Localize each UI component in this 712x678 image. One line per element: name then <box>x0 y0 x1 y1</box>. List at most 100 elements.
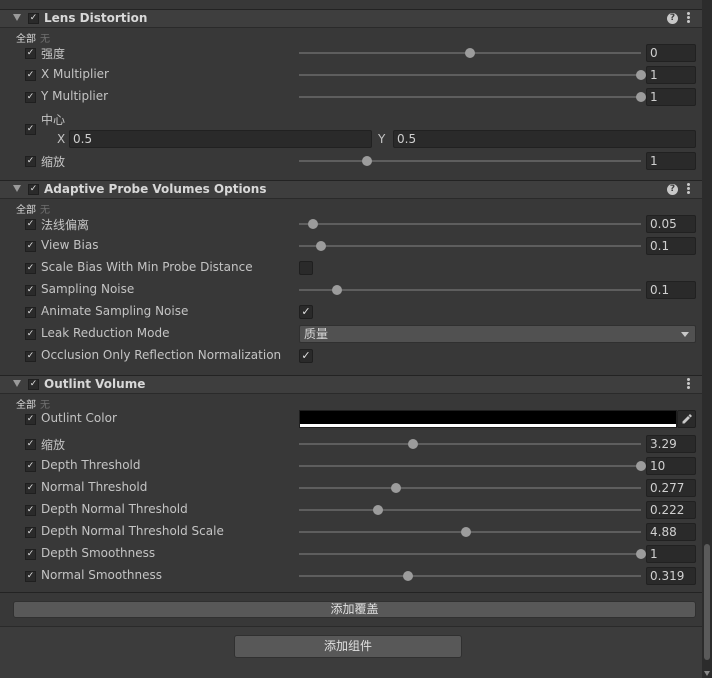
depth-normal-threshold-field[interactable]: 0.222 <box>646 501 696 519</box>
override-checkbox-depth-normal-threshold[interactable]: ✓ <box>25 505 36 516</box>
outline-color-swatch[interactable] <box>299 410 677 428</box>
scroll-down-icon[interactable] <box>704 671 710 676</box>
kebab-menu-icon[interactable] <box>684 12 692 25</box>
depth-threshold-slider[interactable] <box>299 461 646 471</box>
intensity-field[interactable]: 0 <box>646 44 696 62</box>
select-all-link[interactable]: 全部 <box>16 34 36 45</box>
override-checkbox-view-bias[interactable]: ✓ <box>25 241 36 252</box>
override-checkbox-center[interactable]: ✓ <box>25 124 36 135</box>
normal-bias-slider[interactable] <box>299 219 641 229</box>
depth-smoothness-slider-handle[interactable] <box>636 549 646 559</box>
foldout-arrow-icon[interactable] <box>13 14 21 21</box>
help-icon[interactable]: ? <box>667 13 678 24</box>
occlusion-toggle[interactable]: ✓ <box>299 349 313 363</box>
outline-volume-enable-checkbox[interactable]: ✓ <box>28 379 39 390</box>
override-checkbox-normal-threshold[interactable]: ✓ <box>25 483 36 494</box>
normal-smoothness-slider[interactable] <box>299 571 641 581</box>
select-none-link[interactable]: 无 <box>40 205 50 216</box>
sampling-noise-slider[interactable] <box>299 285 641 295</box>
chevron-down-icon <box>681 332 689 337</box>
sampling-noise-field[interactable]: 0.1 <box>646 281 696 299</box>
override-checkbox-occlusion[interactable]: ✓ <box>25 351 36 362</box>
depth-normal-threshold-scale-slider-handle[interactable] <box>460 527 471 537</box>
depth-normal-threshold-slider-handle[interactable] <box>373 505 383 515</box>
add-component-button[interactable]: 添加组件 <box>234 635 462 658</box>
override-checkbox-depth-threshold[interactable]: ✓ <box>25 461 36 472</box>
normal-threshold-field[interactable]: 0.277 <box>646 479 696 497</box>
x-multiplier-field[interactable]: 1 <box>646 66 696 84</box>
depth-smoothness-slider[interactable] <box>299 549 646 559</box>
lens-distortion-header[interactable]: ✓ Lens Distortion ? <box>0 9 702 28</box>
override-checkbox-x-multiplier[interactable]: ✓ <box>25 70 36 81</box>
foldout-arrow-icon[interactable] <box>13 380 21 387</box>
normal-smoothness-label: Normal Smoothness <box>41 568 163 582</box>
intensity-slider[interactable] <box>299 48 641 58</box>
view-bias-slider-handle[interactable] <box>315 241 326 251</box>
center-label: 中心 <box>41 113 66 127</box>
override-checkbox-scale-bias[interactable]: ✓ <box>25 263 36 274</box>
center-y-label: Y <box>378 132 386 146</box>
depth-smoothness-field[interactable]: 1 <box>646 545 696 563</box>
x-multiplier-slider[interactable] <box>299 70 646 80</box>
intensity-slider-handle[interactable] <box>465 48 475 58</box>
view-bias-slider[interactable] <box>299 241 641 251</box>
kebab-menu-icon[interactable] <box>684 183 692 196</box>
add-override-button[interactable]: 添加覆盖 <box>13 601 696 618</box>
override-checkbox-normal-bias[interactable]: ✓ <box>25 219 36 230</box>
y-multiplier-slider[interactable] <box>299 92 646 102</box>
normal-threshold-slider-handle[interactable] <box>391 483 402 493</box>
depth-threshold-field[interactable]: 10 <box>646 457 696 475</box>
foldout-arrow-icon[interactable] <box>13 185 21 192</box>
depth-normal-threshold-scale-label: Depth Normal Threshold Scale <box>41 524 224 538</box>
apv-options-enable-checkbox[interactable]: ✓ <box>28 184 39 195</box>
scale-bias-toggle[interactable] <box>299 261 313 275</box>
depth-threshold-slider-handle[interactable] <box>636 461 646 471</box>
override-checkbox-sampling-noise[interactable]: ✓ <box>25 285 36 296</box>
override-checkbox-animate-noise[interactable]: ✓ <box>25 307 36 318</box>
normal-smoothness-slider-handle[interactable] <box>403 571 414 581</box>
scale-slider-handle[interactable] <box>362 156 373 166</box>
normal-bias-slider-handle[interactable] <box>307 219 318 229</box>
depth-normal-threshold-scale-slider[interactable] <box>299 527 641 537</box>
animate-noise-toggle[interactable]: ✓ <box>299 305 313 319</box>
override-checkbox-scale[interactable]: ✓ <box>25 439 36 450</box>
outline-volume-header[interactable]: ✓ Outlint Volume <box>0 375 702 394</box>
select-all-link[interactable]: 全部 <box>16 205 36 216</box>
normal-threshold-slider[interactable] <box>299 483 641 493</box>
select-none-link[interactable]: 无 <box>40 400 50 411</box>
kebab-menu-icon[interactable] <box>684 378 692 391</box>
center-y-field[interactable]: 0.5 <box>393 130 696 148</box>
eyedropper-icon[interactable] <box>677 410 696 428</box>
apv-options-header[interactable]: ✓ Adaptive Probe Volumes Options ? <box>0 180 702 199</box>
normal-smoothness-field[interactable]: 0.319 <box>646 567 696 585</box>
y-multiplier-slider-handle[interactable] <box>636 92 646 102</box>
scale-field[interactable]: 1 <box>646 152 696 170</box>
lens-distortion-enable-checkbox[interactable]: ✓ <box>28 13 39 24</box>
x-multiplier-slider-handle[interactable] <box>636 70 646 80</box>
scrollbar-thumb[interactable] <box>704 544 710 660</box>
override-checkbox-leak-mode[interactable]: ✓ <box>25 329 36 340</box>
normal-bias-field[interactable]: 0.05 <box>646 215 696 233</box>
sampling-noise-slider-handle[interactable] <box>331 285 342 295</box>
scale-slider-handle[interactable] <box>407 439 418 449</box>
help-icon[interactable]: ? <box>667 184 678 195</box>
scale-field[interactable]: 3.29 <box>646 435 696 453</box>
override-checkbox-normal-smoothness[interactable]: ✓ <box>25 571 36 582</box>
override-checkbox-y-multiplier[interactable]: ✓ <box>25 92 36 103</box>
scale-slider[interactable] <box>299 156 641 166</box>
override-checkbox-outline-color[interactable]: ✓ <box>25 414 36 425</box>
override-checkbox-depth-smoothness[interactable]: ✓ <box>25 549 36 560</box>
select-all-link[interactable]: 全部 <box>16 400 36 411</box>
view-bias-field[interactable]: 0.1 <box>646 237 696 255</box>
depth-normal-threshold-scale-field[interactable]: 4.88 <box>646 523 696 541</box>
override-checkbox-depth-normal-threshold-scale[interactable]: ✓ <box>25 527 36 538</box>
depth-normal-threshold-slider[interactable] <box>299 505 641 515</box>
scale-slider[interactable] <box>299 439 641 449</box>
vertical-scrollbar[interactable] <box>702 0 712 678</box>
override-checkbox-intensity[interactable]: ✓ <box>25 48 36 59</box>
center-x-field[interactable]: 0.5 <box>69 130 372 148</box>
select-none-link[interactable]: 无 <box>40 34 50 45</box>
override-checkbox-scale[interactable]: ✓ <box>25 156 36 167</box>
leak-mode-dropdown[interactable]: 质量 <box>299 325 696 343</box>
y-multiplier-field[interactable]: 1 <box>646 88 696 106</box>
